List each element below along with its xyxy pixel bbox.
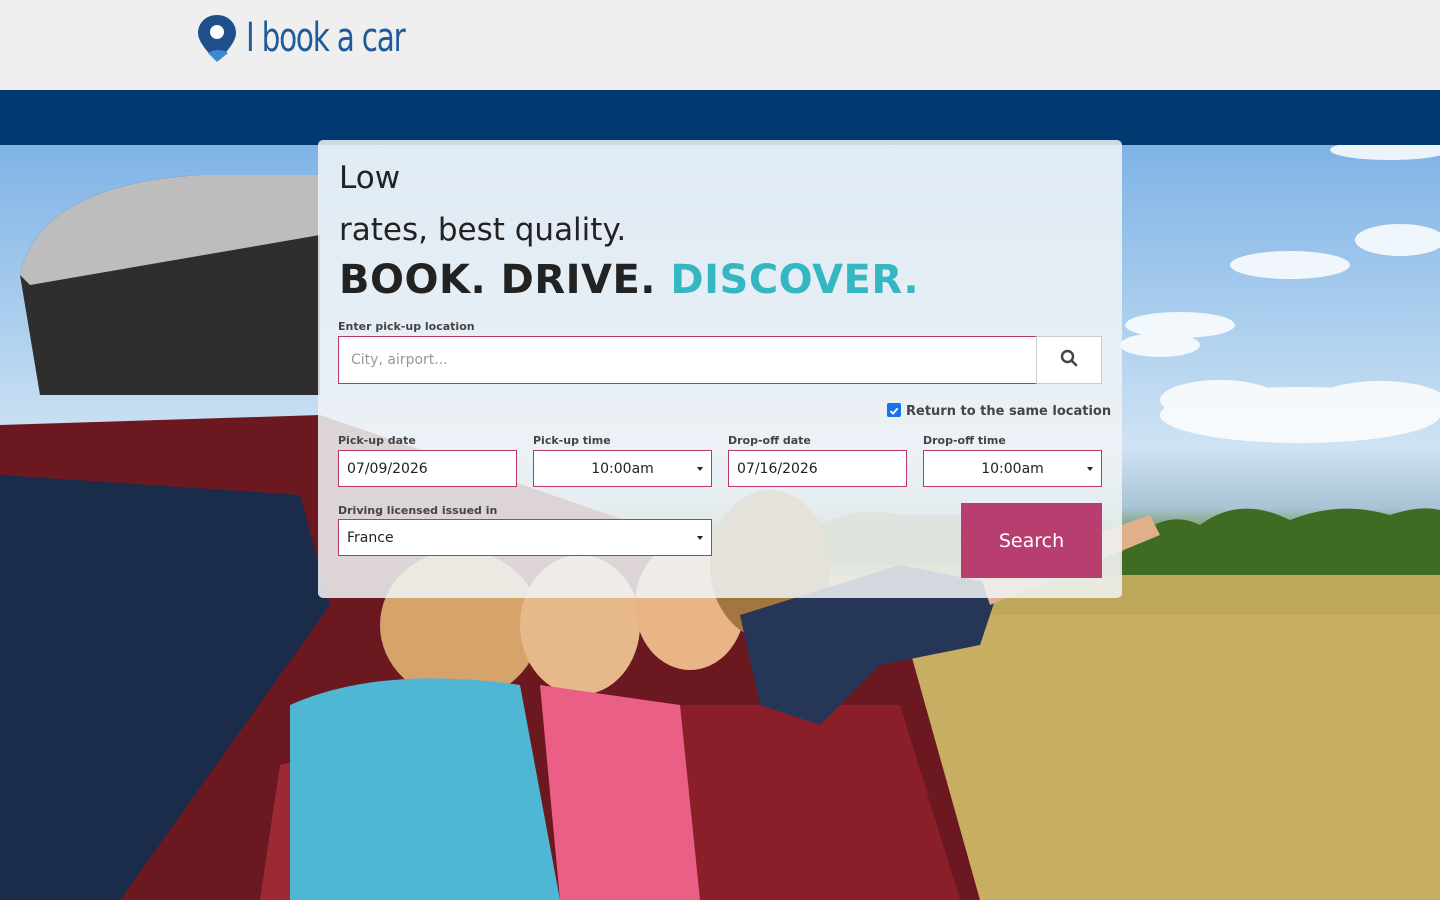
search-button[interactable]: Search: [961, 503, 1102, 578]
license-country-select[interactable]: France: [338, 519, 712, 556]
location-pin-icon: [196, 13, 238, 63]
pickup-location-placeholder: City, airport...: [351, 352, 448, 368]
tagline-line2: rates, best quality.: [339, 212, 627, 248]
pickup-date-value: 07/09/2026: [347, 460, 428, 477]
checkmark-icon: [889, 401, 899, 420]
pickup-time-label: Pick-up time: [533, 434, 611, 447]
nav-band: [0, 90, 1440, 145]
license-country-label: Driving licensed issued in: [338, 504, 498, 517]
pickup-time-select[interactable]: 10:00am: [533, 450, 712, 487]
dropoff-time-label: Drop-off time: [923, 434, 1006, 447]
pickup-date-label: Pick-up date: [338, 434, 416, 447]
site-header: I book a car: [0, 0, 1440, 90]
chevron-down-icon: [697, 467, 703, 471]
pickup-location-input[interactable]: City, airport...: [338, 336, 1037, 384]
slogan: BOOK. DRIVE. DISCOVER.: [339, 257, 919, 303]
slogan-accent: DISCOVER.: [670, 257, 920, 303]
dropoff-date-value: 07/16/2026: [737, 460, 818, 477]
dropoff-date-label: Drop-off date: [728, 434, 811, 447]
magnifier-icon: [1060, 349, 1078, 371]
slogan-main: BOOK. DRIVE.: [339, 257, 656, 303]
brand-logo[interactable]: I book a car: [196, 12, 439, 64]
brand-name: I book a car: [246, 15, 406, 61]
pickup-location-label: Enter pick-up location: [338, 320, 475, 333]
pickup-date-field[interactable]: 07/09/2026: [338, 450, 517, 487]
license-country-value: France: [347, 529, 394, 546]
dropoff-date-field[interactable]: 07/16/2026: [728, 450, 907, 487]
location-search-button[interactable]: [1036, 336, 1102, 384]
return-same-location-checkbox[interactable]: [887, 403, 901, 417]
return-same-location-label[interactable]: Return to the same location: [906, 404, 1111, 419]
tagline-line1: Low: [339, 160, 401, 196]
dropoff-time-value: 10:00am: [981, 460, 1044, 477]
dropoff-time-select[interactable]: 10:00am: [923, 450, 1102, 487]
chevron-down-icon: [697, 536, 703, 540]
chevron-down-icon: [1087, 467, 1093, 471]
pickup-time-value: 10:00am: [591, 460, 654, 477]
